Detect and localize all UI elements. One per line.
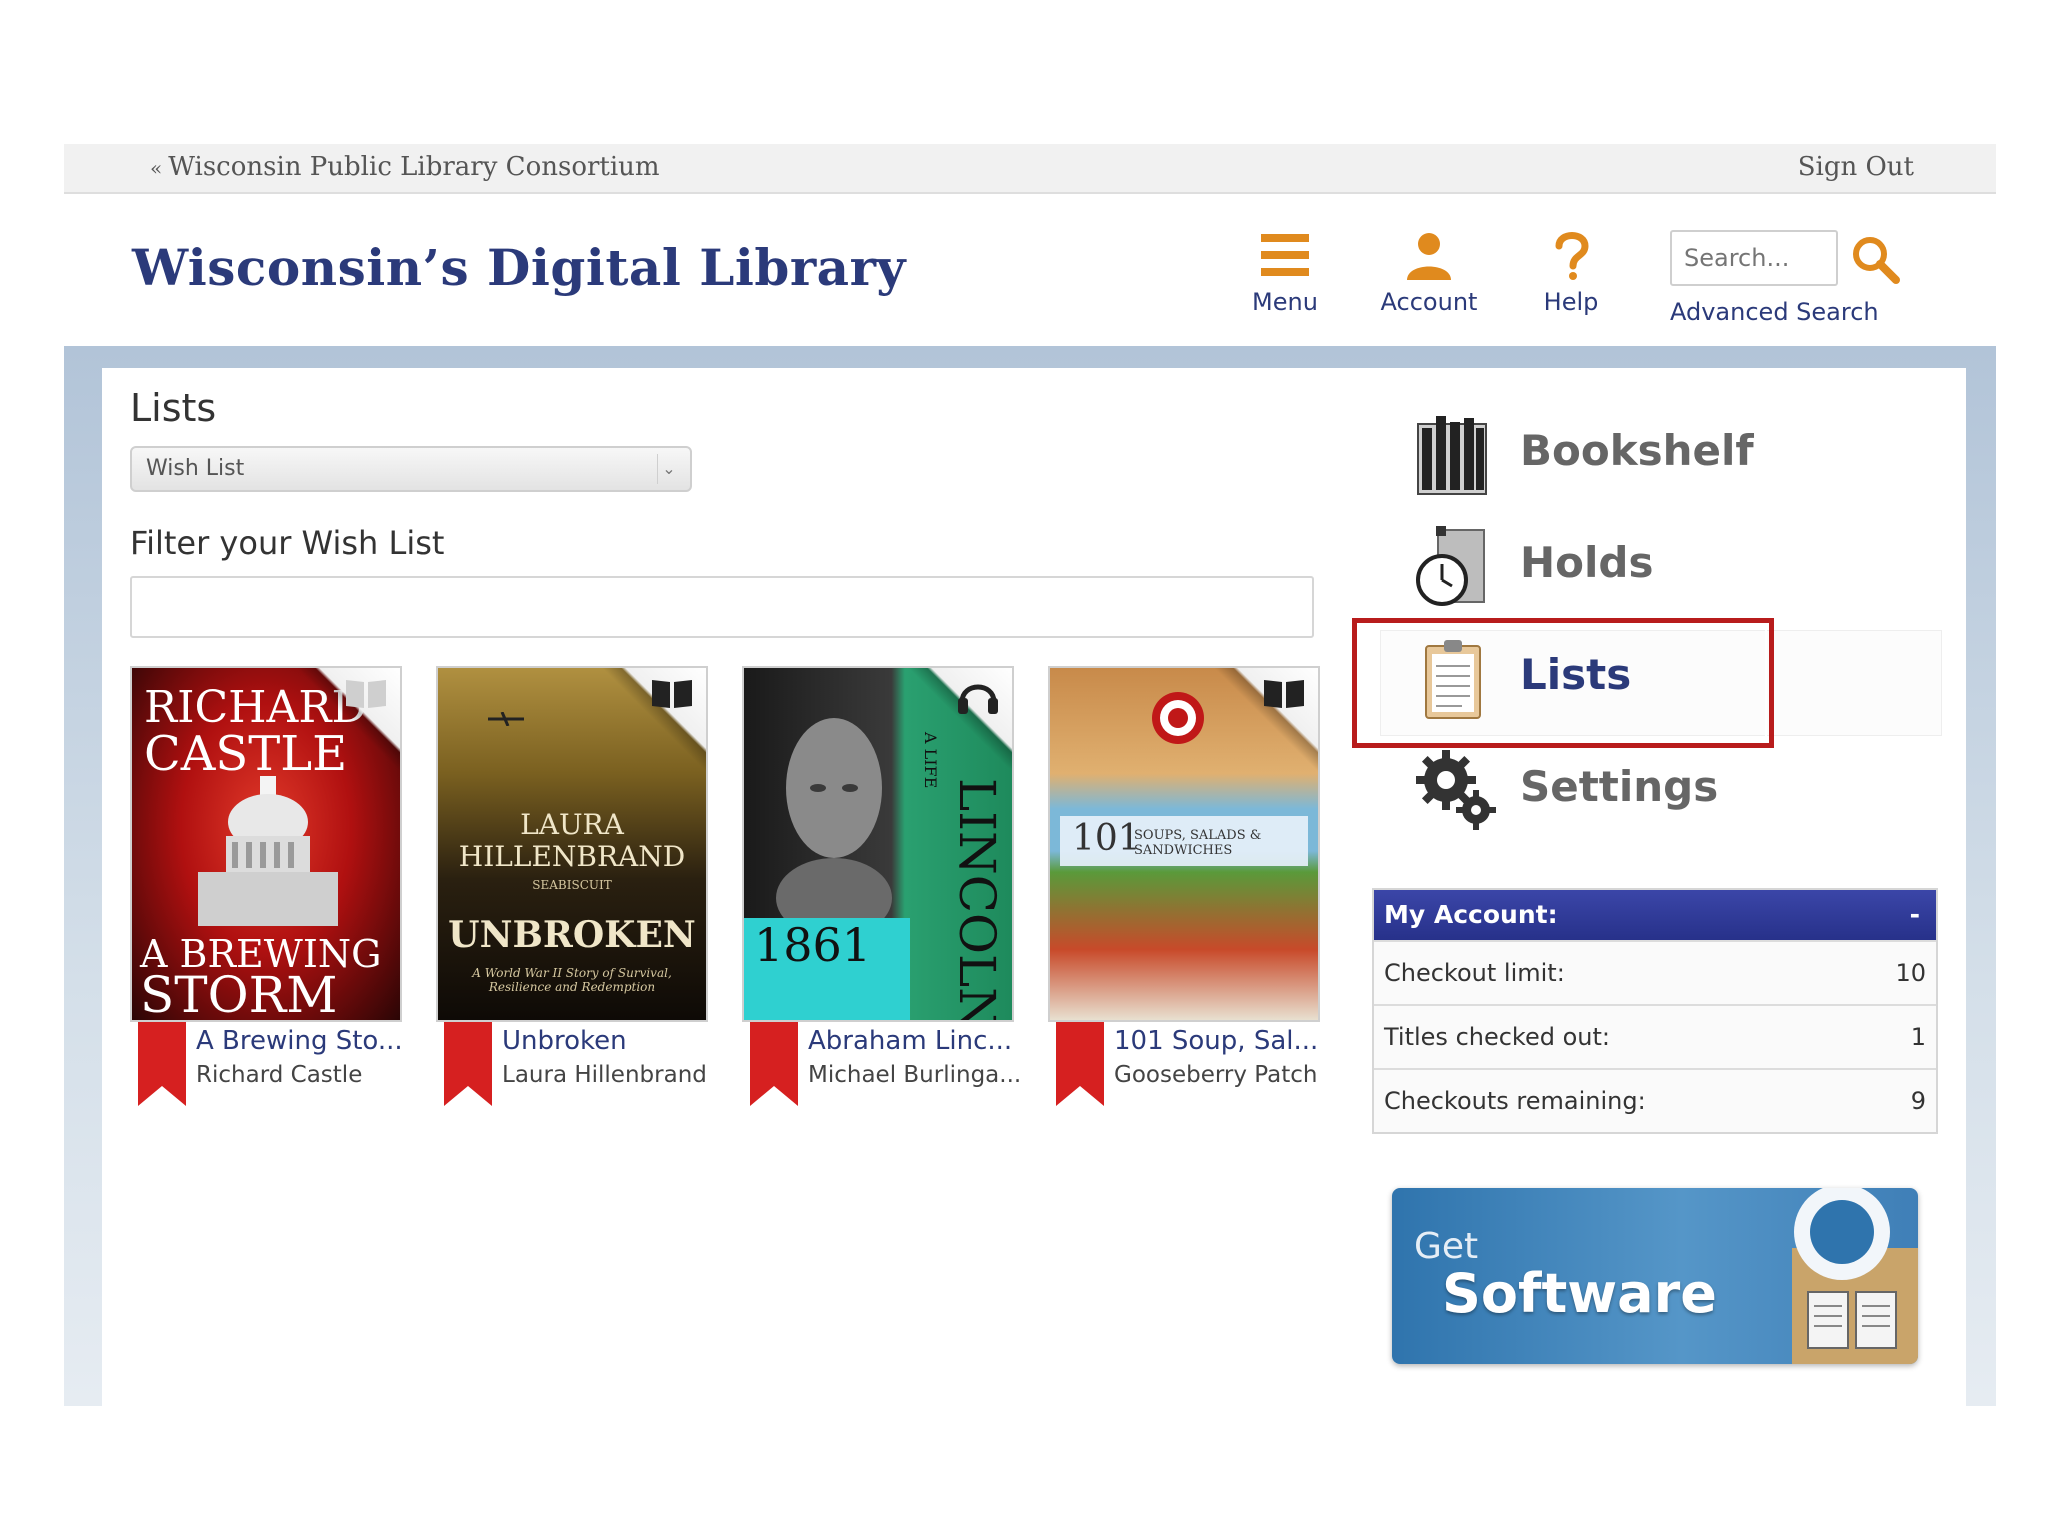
menu-label: Menu [1252, 288, 1318, 316]
book-card[interactable]: LAURA HILLENBRAND SEABISCUIT UNBROKEN A … [436, 666, 708, 1106]
book-author: Gooseberry Patch [1114, 1062, 1318, 1088]
advanced-search-link[interactable]: Advanced Search [1670, 298, 1879, 326]
account-row-label: Checkouts remaining: [1384, 1087, 1646, 1115]
bookshelf-icon [1417, 416, 1487, 495]
cover-text: LINCOLN [948, 778, 1006, 1022]
stopwatch-icon [1416, 526, 1485, 606]
cover-text: SEABISCUIT [532, 878, 612, 892]
sidebar-item-holds[interactable]: Holds [1414, 518, 1934, 614]
collapse-toggle[interactable]: - [1910, 890, 1920, 940]
list-select[interactable]: Wish List ⌄ [130, 446, 692, 492]
wish-list-ribbon-icon [138, 1022, 186, 1106]
book-title-link[interactable]: A Brewing Sto... [196, 1026, 403, 1056]
lists-highlight-box [1352, 618, 1774, 748]
sidebar-item-label: Settings [1520, 762, 1719, 811]
consortium-link-label: Wisconsin Public Library Consortium [168, 152, 660, 182]
site-logo[interactable]: Wisconsin’s Digital Library [132, 238, 906, 297]
page-frame: «Wisconsin Public Library Consortium Sig… [64, 144, 1996, 1406]
book-title-link[interactable]: 101 Soup, Sal... [1114, 1026, 1318, 1056]
account-row-label: Checkout limit: [1384, 959, 1565, 987]
book-cover[interactable]: LAURA HILLENBRAND SEABISCUIT UNBROKEN A … [436, 666, 708, 1022]
cover-text: LAURA [520, 808, 624, 841]
sign-out-link[interactable]: Sign Out [1798, 144, 1914, 190]
wish-list-ribbon-icon [750, 1022, 798, 1106]
filter-input[interactable] [130, 576, 1314, 638]
account-button[interactable]: Account [1374, 230, 1484, 316]
book-author: Richard Castle [196, 1062, 363, 1088]
main-content: Lists Wish List ⌄ Filter your Wish List … [102, 368, 1966, 1406]
cover-text: SOUPS, SALADS & SANDWICHES [1134, 828, 1262, 858]
book-icon [346, 680, 386, 708]
double-chevron-left-icon: « [150, 156, 163, 180]
wish-list-ribbon-icon [1056, 1022, 1104, 1106]
account-row-label: Titles checked out: [1384, 1023, 1610, 1051]
book-author: Laura Hillenbrand [502, 1062, 707, 1088]
book-icon [652, 680, 692, 708]
my-account-header: My Account: - [1374, 890, 1936, 940]
book-icon [1264, 680, 1304, 708]
book-title-link[interactable]: Abraham Linc... [808, 1026, 1012, 1056]
top-bar: «Wisconsin Public Library Consortium Sig… [64, 144, 1996, 194]
my-account-panel: My Account: - Checkout limit: 10 Titles … [1372, 888, 1938, 1134]
my-account-title: My Account: [1384, 900, 1558, 929]
cover-text: HILLENBRAND [458, 840, 686, 873]
chevron-down-icon: ⌄ [657, 454, 680, 484]
wish-list-ribbon-icon [444, 1022, 492, 1106]
sidebar-item-settings[interactable]: Settings [1414, 742, 1934, 838]
headphones-icon [958, 684, 998, 714]
book-card[interactable]: 101 SOUPS, SALADS & SANDWICHES 101 Soup,… [1048, 666, 1320, 1106]
banner-line-get: Get [1414, 1226, 1479, 1267]
site-header: Wisconsin’s Digital Library Menu Account… [64, 194, 1996, 346]
account-row: Checkout limit: 10 [1374, 940, 1936, 1004]
help-button[interactable]: Help [1516, 230, 1626, 316]
question-mark-icon [1555, 232, 1589, 280]
menu-button[interactable]: Menu [1230, 230, 1340, 316]
cover-text: A World War II Story of Survival, Resili… [472, 966, 672, 994]
hamburger-menu-icon [1261, 234, 1309, 276]
content-background: Lists Wish List ⌄ Filter your Wish List … [64, 346, 1996, 1406]
cover-text: UNBROKEN [448, 914, 696, 956]
account-row-value: 9 [1910, 1087, 1926, 1115]
list-select-value: Wish List [146, 456, 245, 481]
capitol-building-icon [198, 776, 338, 926]
gears-icon [1416, 750, 1496, 830]
search-input[interactable] [1670, 230, 1838, 286]
sidebar-item-bookshelf[interactable]: Bookshelf [1414, 406, 1934, 502]
airplane-icon [488, 712, 524, 726]
book-title-link[interactable]: Unbroken [502, 1026, 627, 1056]
sidebar-item-label: Holds [1520, 538, 1654, 587]
account-row: Titles checked out: 1 [1374, 1004, 1936, 1068]
account-row-value: 10 [1895, 959, 1926, 987]
book-cover[interactable]: RICHARD CASTLE A BREWING STORM [130, 666, 402, 1022]
account-row: Checkouts remaining: 9 [1374, 1068, 1936, 1132]
lincoln-portrait [776, 718, 892, 918]
book-author: Michael Burlinga... [808, 1062, 1022, 1088]
help-label: Help [1543, 288, 1599, 316]
book-cover[interactable]: 101 SOUPS, SALADS & SANDWICHES [1048, 666, 1320, 1022]
get-software-banner[interactable]: Get Software [1392, 1188, 1918, 1364]
cover-text: STORM [140, 966, 338, 1022]
search-icon[interactable] [1850, 234, 1902, 286]
gooseberry-patch-logo [1152, 692, 1204, 744]
book-card[interactable]: 1861 LINCOLN A LIFE Abraham Linc... Mich… [742, 666, 1021, 1106]
filter-label: Filter your Wish List [130, 524, 445, 562]
consortium-link[interactable]: «Wisconsin Public Library Consortium [150, 144, 660, 191]
book-cover[interactable]: 1861 LINCOLN A LIFE [742, 666, 1014, 1022]
account-label: Account [1380, 288, 1478, 316]
account-row-value: 1 [1910, 1023, 1926, 1051]
overdrive-logo-icon [1792, 1188, 1918, 1364]
sidebar-item-label: Bookshelf [1520, 426, 1754, 475]
lists-heading: Lists [130, 386, 217, 430]
book-card[interactable]: RICHARD CASTLE A BREWING STORM A Brewing… [130, 666, 403, 1106]
banner-line-software: Software [1442, 1262, 1717, 1325]
user-icon [1407, 233, 1451, 280]
